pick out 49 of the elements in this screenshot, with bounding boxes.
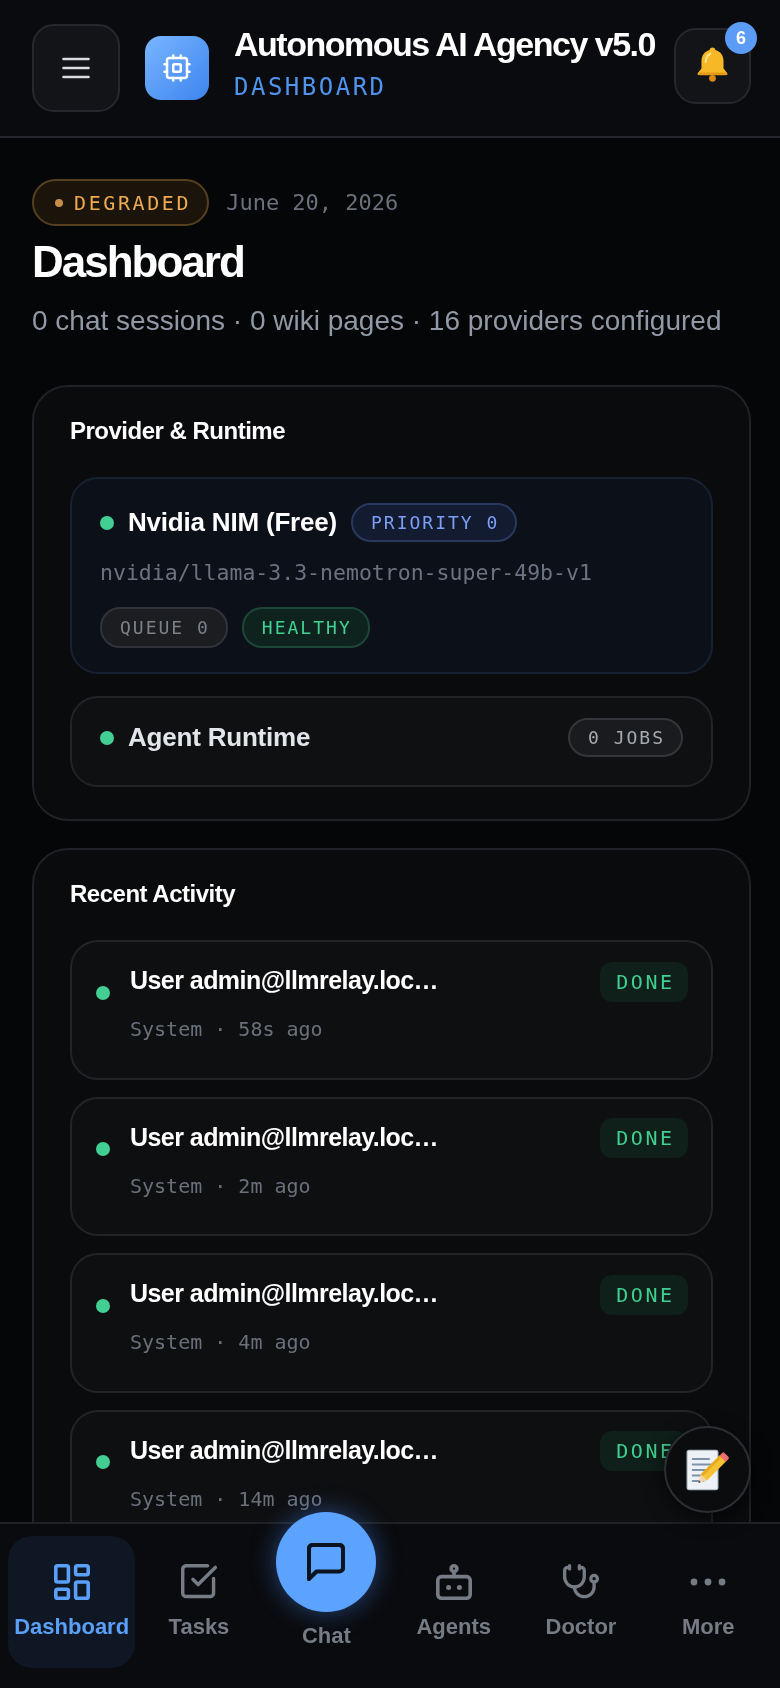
status-dot-icon <box>55 198 63 207</box>
activity-item[interactable]: User admin@llmrelay.loc… System · 2m ago DONE <box>70 1096 713 1236</box>
card-title: Provider & Runtime <box>70 417 287 445</box>
activity-meta: System · 14m ago <box>130 1486 324 1511</box>
activity-meta: System · 4m ago <box>130 1330 312 1354</box>
activity-title: User admin@llmrelay.loc… <box>130 1278 440 1309</box>
model-name: nvidia/llama-3.3-nemotron-super-49b-v1 <box>100 559 593 587</box>
notifications-button[interactable] <box>674 28 751 104</box>
nav-tab[interactable]: Doctor <box>517 1536 645 1668</box>
menu-button[interactable] <box>32 24 120 112</box>
page-title: Dashboard <box>32 236 245 288</box>
activity-title: User admin@llmrelay.loc… <box>130 965 440 996</box>
activity-meta: System · 58s ago <box>130 1017 324 1041</box>
provider-name: Nvidia NIM (Free) <box>128 507 337 538</box>
app-title: Autonomous AI Agency v5.0 <box>234 24 656 64</box>
card-title: Recent Activity <box>70 880 237 908</box>
nav-tab[interactable]: Tasks <box>135 1536 263 1668</box>
date-text: June 20, 2026 <box>226 190 399 215</box>
notification-badge: 6 <box>725 22 757 54</box>
status-tag: DONE <box>600 1118 688 1158</box>
memo-pencil-icon <box>685 1448 730 1491</box>
checkbox-icon <box>181 1564 217 1600</box>
status-tag: DONE <box>600 1274 688 1315</box>
health-tag: HEALTHY <box>241 607 370 648</box>
activity-title: User admin@llmrelay.loc… <box>130 1121 440 1153</box>
ellipsis-icon <box>690 1578 727 1586</box>
robot-icon <box>435 1564 472 1600</box>
activity-meta: System · 2m ago <box>130 1173 312 1198</box>
activity-item[interactable]: User admin@llmrelay.loc… System · 58s ago DONE <box>70 940 713 1080</box>
section-label: DASHBOARD <box>234 73 388 101</box>
jobs-tag: 0 JOBS <box>567 718 683 757</box>
summary-text: 0 chat sessions · 0 wiki pages · 16 providers configured <box>32 304 723 338</box>
nav-tab[interactable]: More <box>644 1536 772 1668</box>
stethoscope-icon <box>563 1564 599 1600</box>
chip-icon <box>145 36 209 100</box>
activity-item[interactable]: User admin@llmrelay.loc… System · 14m ago DONE <box>70 1409 713 1522</box>
menu-icon <box>62 57 90 79</box>
nav-tab[interactable]: Dashboard <box>8 1536 136 1668</box>
status-tag: DONE <box>600 961 688 1002</box>
runtime-name: Agent Runtime <box>128 722 312 753</box>
chat-bubble-icon <box>276 1512 377 1612</box>
bell-icon <box>697 46 728 82</box>
priority-tag: PRIORITY 0 <box>350 503 518 542</box>
nav-tab[interactable]: Agents <box>390 1536 518 1668</box>
info-tag: QUEUE 0 <box>100 607 228 648</box>
activity-item[interactable]: User admin@llmrelay.loc… System · 4m ago DONE <box>70 1253 713 1393</box>
grid-icon <box>53 1564 90 1600</box>
status-label: DEGRADED <box>74 190 192 215</box>
activity-title: User admin@llmrelay.loc… <box>130 1434 440 1466</box>
